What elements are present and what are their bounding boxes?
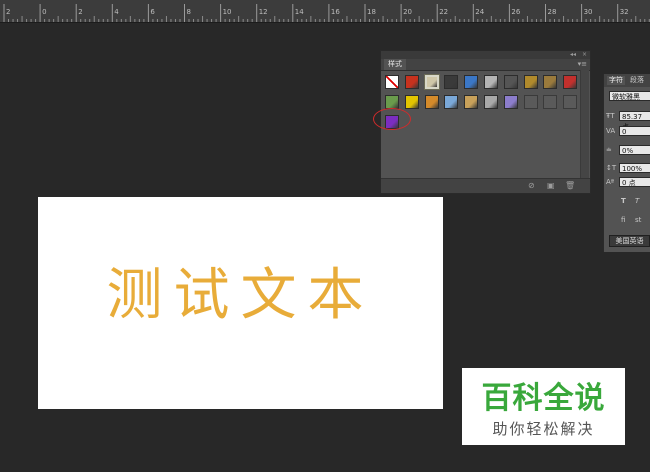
ruler-label: 24 <box>475 8 485 16</box>
style-empty-1-swatch[interactable] <box>523 95 538 109</box>
style-bronze-swatch[interactable] <box>543 75 558 89</box>
tab-character[interactable]: 字符 <box>607 76 625 85</box>
kerning-icon: VA <box>606 127 616 135</box>
language-select[interactable]: 美国英语 <box>609 235 650 247</box>
ruler-label: 28 <box>547 8 557 16</box>
stylistic-alt-icon[interactable]: st <box>635 215 641 225</box>
new-style-icon[interactable]: ▣ <box>547 181 555 191</box>
ligature-icon[interactable]: fi <box>621 215 625 225</box>
baseline-shift-icon: Aª <box>606 178 615 186</box>
style-blue-gloss-swatch[interactable] <box>464 75 479 89</box>
ruler-label: 10 <box>222 8 232 16</box>
highlight-circle <box>373 108 411 130</box>
ruler-label: 20 <box>403 8 413 16</box>
style-empty-2-swatch[interactable] <box>543 95 558 109</box>
style-dark-steel-swatch[interactable] <box>503 75 518 89</box>
italic-style-icon[interactable]: T <box>635 196 639 206</box>
style-gold-swatch[interactable] <box>523 75 538 89</box>
ruler-label: 30 <box>583 8 593 16</box>
collapse-icon[interactable]: ◂◂ <box>570 51 576 59</box>
style-rainbow-swatch[interactable] <box>385 95 399 109</box>
tab-styles[interactable]: 样式 <box>384 59 406 70</box>
style-silver-x-swatch[interactable] <box>484 95 498 109</box>
character-panel-tabs: 字符 段落 <box>604 74 650 87</box>
vertical-scale-icon: ↕T <box>606 164 617 172</box>
style-grey-bevel-swatch[interactable] <box>484 75 498 89</box>
no-style-icon[interactable]: ⊘ <box>528 181 535 191</box>
style-lavender-swatch[interactable] <box>503 95 518 109</box>
close-icon[interactable]: × <box>582 51 587 59</box>
ruler-label: 22 <box>439 8 449 16</box>
style-red-bevel-swatch[interactable] <box>563 75 578 89</box>
font-size-icon: ŦT <box>606 112 615 120</box>
styles-panel-titlebar[interactable]: ◂◂ × <box>381 51 590 59</box>
character-panel: 字符 段落 微软雅黑 ŦT 85.37 点 VA 0 ≐ 0% ↕T 100% … <box>603 74 650 252</box>
ruler-label: 26 <box>511 8 521 16</box>
font-family-field[interactable]: 微软雅黑 <box>609 91 650 101</box>
ruler-label: 0 <box>42 8 47 16</box>
styles-scrollbar[interactable] <box>580 70 589 178</box>
horizontal-ruler[interactable]: 20246810121416182022242628303234 <box>0 0 650 23</box>
ruler-label: 14 <box>294 8 304 16</box>
ruler-label: 8 <box>186 8 191 16</box>
font-size-field[interactable]: 85.37 点 <box>619 111 650 131</box>
bold-style-icon[interactable]: T <box>621 196 626 206</box>
canvas-text-layer[interactable]: 测试文本 <box>38 265 443 327</box>
document-canvas[interactable]: 测试文本 <box>38 197 443 409</box>
tab-paragraph[interactable]: 段落 <box>630 76 644 85</box>
ruler-label: 18 <box>367 8 376 16</box>
style-red-glow-swatch[interactable] <box>404 75 419 89</box>
tracking-field[interactable]: 0% <box>619 145 650 155</box>
ruler-label: 4 <box>114 8 119 16</box>
vertical-scale-field[interactable]: 100% <box>619 163 650 173</box>
ruler-label: 2 <box>78 8 83 16</box>
style-empty-3-swatch[interactable] <box>563 95 578 109</box>
style-yellow-frame-swatch[interactable] <box>404 95 419 109</box>
ruler-label: 16 <box>330 8 340 16</box>
styles-panel-footer: ⊘ ▣ 🗑 <box>381 178 590 193</box>
style-orange-swatch[interactable] <box>424 95 439 109</box>
kerning-field[interactable]: 0 <box>619 126 650 136</box>
ruler-label: 2 <box>6 8 11 16</box>
delete-style-icon[interactable]: 🗑 <box>565 181 575 191</box>
style-none-swatch[interactable] <box>385 75 399 89</box>
ruler-label: 32 <box>619 8 629 16</box>
ruler-label: 12 <box>258 8 268 16</box>
baseline-shift-field[interactable]: 0 点 <box>619 177 650 187</box>
style-dark-gloss-swatch[interactable] <box>444 75 459 89</box>
watermark-title: 百科全说 <box>481 381 606 416</box>
watermark-logo: 百科全说 助你轻松解决 <box>462 368 625 445</box>
styles-panel: ◂◂ × 样式 ▾≡ ⊘ ▣ 🗑 <box>380 50 591 194</box>
panel-menu-icon[interactable]: ▾≡ <box>578 60 587 69</box>
ruler-label: 6 <box>150 8 155 16</box>
tracking-icon: ≐ <box>606 146 612 154</box>
watermark-subtitle: 助你轻松解决 <box>492 420 595 438</box>
style-sunset-swatch[interactable] <box>464 95 479 109</box>
style-sky-swatch[interactable] <box>444 95 459 109</box>
style-beige-frame-swatch[interactable] <box>424 75 439 89</box>
